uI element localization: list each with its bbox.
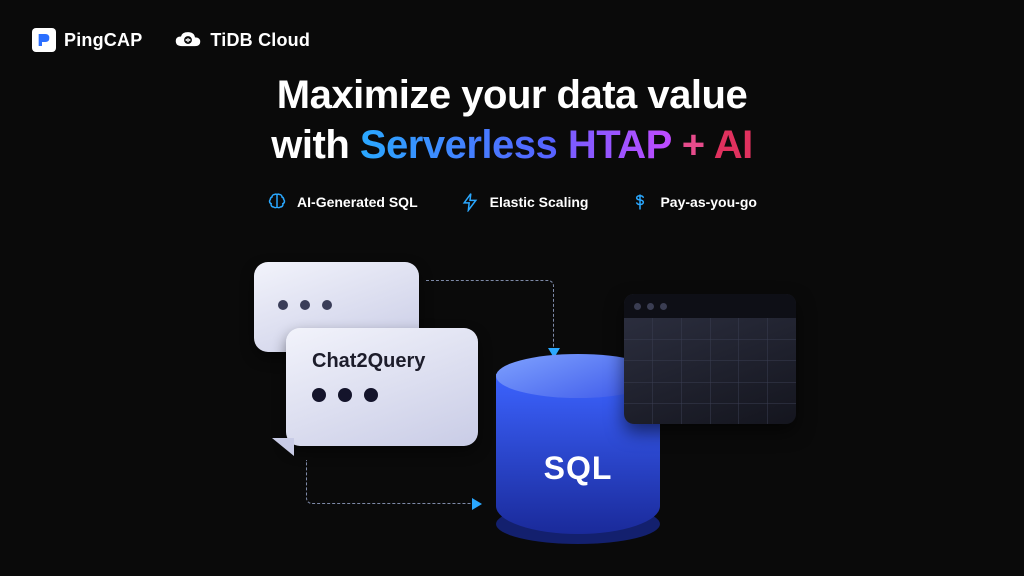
brain-icon: [267, 192, 287, 212]
feature-ai-sql: AI-Generated SQL: [267, 192, 418, 212]
arrow-right-icon: [472, 498, 482, 510]
hero-line2-prefix: with: [271, 123, 360, 167]
feature-label: AI-Generated SQL: [297, 194, 418, 210]
chat2query-label: Chat2Query: [312, 350, 425, 373]
ellipsis-icon: [278, 300, 332, 310]
dollar-icon: [630, 192, 650, 212]
header: PingCAP TiDB Cloud: [0, 0, 1024, 52]
feature-label: Pay-as-you-go: [660, 194, 756, 210]
hero-line1: Maximize your data value: [277, 73, 747, 117]
sql-label: SQL: [496, 450, 660, 487]
bolt-icon: [460, 192, 480, 212]
hero-serverless: Serverless: [360, 123, 557, 167]
hero: Maximize your data value with Serverless…: [0, 70, 1024, 212]
feature-row: AI-Generated SQL Elastic Scaling Pay-as-…: [0, 192, 1024, 212]
hero-plus: +: [671, 123, 714, 167]
tidb-cloud-text: TiDB Cloud: [210, 30, 310, 51]
chat-bubble-main: Chat2Query: [286, 328, 478, 446]
feature-payg: Pay-as-you-go: [630, 192, 756, 212]
hero-title: Maximize your data value with Serverless…: [0, 70, 1024, 170]
window-titlebar: [624, 294, 796, 318]
hero-htap: HTAP: [568, 123, 671, 167]
tidb-cloud-logo: TiDB Cloud: [174, 30, 310, 51]
ellipsis-icon: [312, 388, 378, 402]
connector-line: [306, 460, 474, 504]
pingcap-icon: [32, 28, 56, 52]
cloud-icon: [174, 30, 202, 50]
hero-ai: AI: [714, 123, 753, 167]
pingcap-text: PingCAP: [64, 30, 142, 51]
diagram: Chat2Query SQL: [254, 262, 794, 572]
feature-label: Elastic Scaling: [490, 194, 589, 210]
pingcap-logo: PingCAP: [32, 28, 142, 52]
table-window: [624, 294, 796, 424]
feature-elastic: Elastic Scaling: [460, 192, 589, 212]
